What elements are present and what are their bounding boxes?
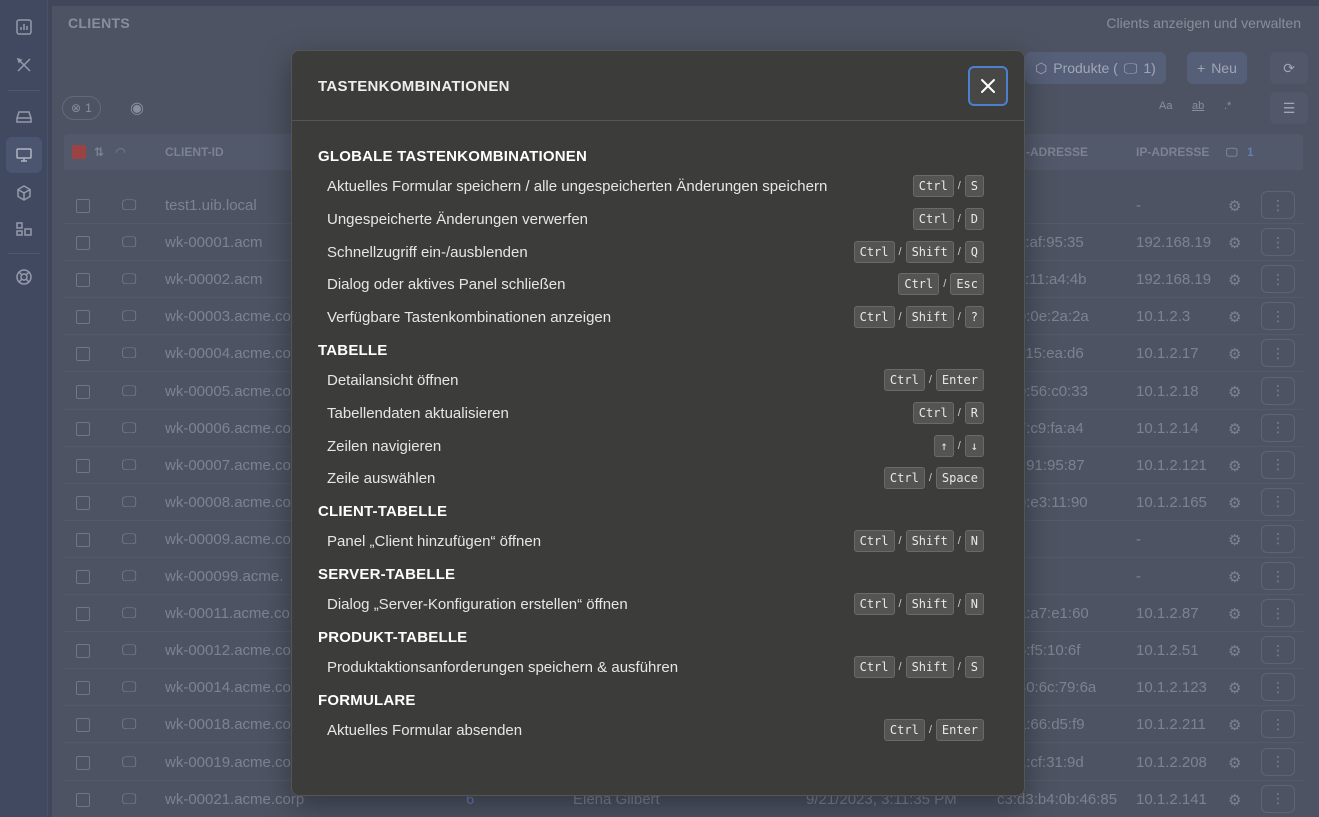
key-separator: / (957, 245, 961, 258)
key-cap: Ctrl (853, 593, 895, 615)
key-separator: / (957, 406, 961, 419)
key-cap: Ctrl (883, 718, 925, 741)
key-cap: Ctrl (853, 240, 895, 263)
key-cap: Ctrl (853, 530, 895, 553)
shortcut-keys: Ctrl / Esc (898, 273, 984, 296)
key-separator: / (928, 374, 932, 386)
key-cap: Ctrl (883, 369, 925, 391)
key-separator: / (898, 311, 902, 324)
key-cap: ↑ (934, 434, 954, 457)
shortcut-keys: ↑ / ↓ (934, 434, 984, 457)
key-cap: Shift (905, 306, 954, 329)
key-cap: ? (964, 306, 984, 329)
key-separator: / (943, 278, 947, 291)
shortcut-keys: Ctrl / Shift / N (853, 530, 984, 553)
shortcut-label: Dialog oder aktives Panel schließen (327, 276, 566, 294)
key-cap: Shift (905, 530, 954, 553)
shortcut-label: Zeilen navigieren (327, 437, 442, 455)
key-separator: / (957, 180, 961, 192)
key-cap: Enter (935, 718, 984, 741)
shortcut-keys: Ctrl / Enter (883, 369, 984, 391)
key-cap: D (964, 207, 984, 230)
section-title: PRODUKT-TABELLE (318, 628, 468, 646)
key-separator: / (898, 535, 902, 548)
key-cap: Q (964, 240, 984, 263)
section-title: SERVER-TABELLE (318, 566, 456, 583)
key-cap: S (964, 655, 984, 678)
close-icon (981, 79, 995, 93)
key-separator: / (957, 598, 961, 610)
key-separator: / (928, 723, 932, 736)
key-cap: N (964, 593, 984, 615)
shortcut-keys: Ctrl / Shift / S (853, 655, 984, 678)
shortcut-row: Zeilen navigieren ↑ / ↓ (327, 434, 984, 459)
shortcut-keys: Ctrl / Space (883, 467, 984, 490)
shortcut-label: Aktuelles Formular speichern / alle unge… (327, 178, 828, 195)
shortcut-keys: Ctrl / Enter (883, 718, 984, 741)
key-separator: / (898, 245, 902, 258)
key-cap: Ctrl (883, 467, 925, 490)
key-cap: Space (935, 467, 984, 490)
shortcut-row: Produktaktionsanforderungen speichern & … (327, 655, 984, 680)
shortcut-label: Tabellendaten aktualisieren (327, 404, 509, 422)
shortcut-row: Ungespeicherte Änderungen verwerfen Ctrl /… (327, 207, 984, 232)
key-cap: ↓ (964, 434, 984, 457)
key-cap: Shift (905, 593, 954, 615)
shortcut-label: Schnellzugriff ein-/ausblenden (327, 243, 528, 261)
key-cap: N (964, 530, 984, 553)
key-cap: Ctrl (853, 655, 895, 678)
shortcut-label: Verfügbare Tastenkombinationen anzeigen (327, 309, 612, 327)
key-cap: Esc (950, 273, 984, 296)
shortcut-row: Verfügbare Tastenkombinationen anzeigen C… (327, 306, 984, 330)
close-button[interactable] (968, 66, 1008, 106)
section-title: CLIENT-TABELLE (318, 503, 448, 521)
key-cap: Ctrl (898, 273, 940, 296)
key-cap: Shift (905, 240, 954, 263)
key-separator: / (928, 472, 932, 485)
shortcut-row: Dialog „Server-Konfiguration erstellen“ … (327, 593, 984, 617)
shortcut-row: Panel „Client hinzufügen“ öffnen Ctrl / Shi… (327, 530, 984, 554)
shortcut-row: Schnellzugriff ein-/ausblenden Ctrl / Shift… (327, 240, 984, 265)
shortcut-row: Aktuelles Formular speichern / alle unge… (327, 175, 984, 199)
key-separator: / (957, 660, 961, 673)
key-separator: / (957, 535, 961, 548)
key-cap: S (964, 175, 984, 197)
shortcut-label: Aktuelles Formular absenden (327, 721, 523, 739)
key-cap: Ctrl (853, 306, 895, 329)
key-cap: R (964, 401, 984, 424)
key-separator: / (957, 311, 961, 324)
shortcut-keys: Ctrl / D (912, 207, 984, 230)
keyboard-shortcuts-dialog: TASTENKOMBINATIONEN GLOBALE TASTENKOMBIN… (291, 50, 1025, 796)
section-title: TABELLE (318, 342, 388, 359)
shortcut-keys: Ctrl / Shift / N (853, 593, 984, 615)
key-separator: / (957, 212, 961, 225)
shortcut-label: Detailansicht öffnen (327, 372, 459, 389)
key-separator: / (898, 598, 902, 610)
key-cap: Ctrl (912, 401, 954, 424)
shortcut-keys: Ctrl / Shift / Q (853, 240, 984, 263)
shortcut-label: Ungespeicherte Änderungen verwerfen (327, 210, 588, 228)
shortcut-label: Produktaktionsanforderungen speichern & … (327, 658, 679, 676)
shortcut-row: Detailansicht öffnen Ctrl / Enter (327, 369, 984, 393)
section-title: FORMULARE (318, 691, 416, 709)
dialog-header: TASTENKOMBINATIONEN (292, 51, 1024, 121)
key-cap: Ctrl (912, 207, 954, 230)
shortcut-row: Aktuelles Formular absenden Ctrl / Enter (327, 718, 984, 743)
shortcut-row: Tabellendaten aktualisieren Ctrl / R (327, 401, 984, 426)
shortcut-label: Panel „Client hinzufügen“ öffnen (327, 533, 542, 551)
shortcut-row: Zeile auswählen Ctrl / Space (327, 467, 984, 491)
shortcut-label: Zeile auswählen (327, 470, 436, 488)
shortcut-label: Dialog „Server-Konfiguration erstellen“ … (327, 596, 628, 613)
key-cap: Enter (935, 369, 984, 391)
key-separator: / (957, 439, 961, 452)
shortcut-keys: Ctrl / S (912, 175, 984, 197)
key-cap: Shift (905, 655, 954, 678)
key-cap: Ctrl (912, 175, 954, 197)
shortcut-row: Dialog oder aktives Panel schließen Ctrl /… (327, 273, 984, 297)
key-separator: / (898, 660, 902, 673)
dialog-title: TASTENKOMBINATIONEN (318, 78, 510, 95)
shortcut-keys: Ctrl / Shift /? (853, 306, 984, 329)
section-title: GLOBALE TASTENKOMBINATIONEN (318, 148, 587, 165)
shortcut-keys: Ctrl / R (912, 401, 984, 424)
